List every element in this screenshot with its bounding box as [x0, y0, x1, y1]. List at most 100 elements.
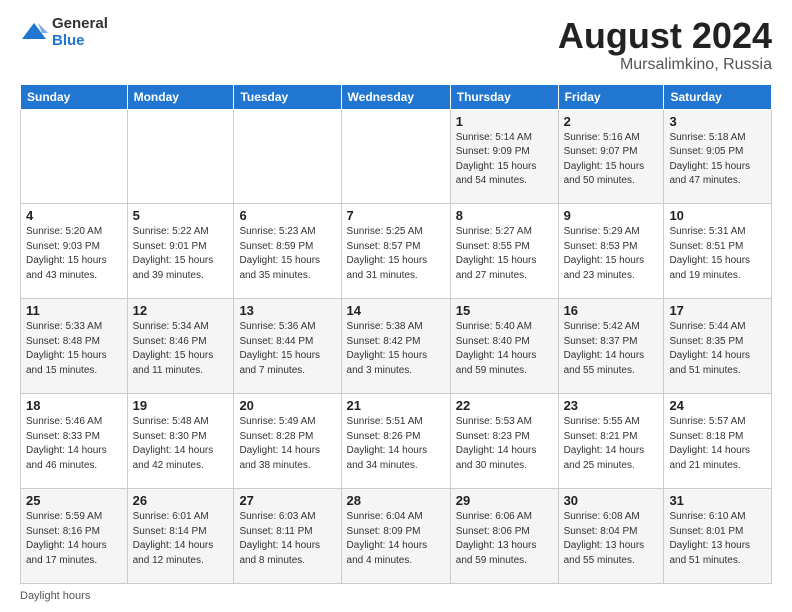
day-info: Sunrise: 5:53 AM Sunset: 8:23 PM Dayligh…: [456, 415, 553, 473]
day-number: 25: [26, 493, 122, 508]
calendar-cell: 12 Sunrise: 5:34 AM Sunset: 8:46 PM Dayli…: [127, 299, 234, 394]
calendar-cell: 14Sunrise: 5:38 AM Sunset: 8:42 PM Dayli…: [341, 299, 450, 394]
calendar-cell: 23 Sunrise: 5:55 AM Sunset: 8:21 PM Dayli…: [558, 394, 664, 489]
calendar-cell: 19 Sunrise: 5:48 AM Sunset: 8:30 PM Dayli…: [127, 394, 234, 489]
day-info: Sunrise: 6:10 AM Sunset: 8:01 PM Dayligh…: [669, 510, 766, 568]
calendar-week-5: 25 Sunrise: 5:59 AM Sunset: 8:16 PM Dayli…: [21, 489, 772, 584]
logo-blue-text: Blue: [52, 33, 108, 50]
day-header-tuesday: Tuesday: [234, 84, 341, 109]
calendar-cell: 30 Sunrise: 6:08 AM Sunset: 8:04 PM Dayli…: [558, 489, 664, 584]
day-number: 1: [456, 114, 553, 129]
day-number: 4: [26, 208, 122, 223]
calendar-cell: 5Sunrise: 5:22 AM Sunset: 9:01 PM Daylig…: [127, 204, 234, 299]
day-info: Sunrise: 6:04 AM Sunset: 8:09 PM Dayligh…: [347, 510, 445, 568]
day-info: Sunrise: 5:42 AM Sunset: 8:37 PM Dayligh…: [564, 320, 659, 378]
day-info: Sunrise: 5:23 AM Sunset: 8:59 PM Dayligh…: [239, 225, 335, 283]
day-number: 10: [669, 208, 766, 223]
day-number: 17: [669, 303, 766, 318]
day-info: Sunrise: 5:49 AM Sunset: 8:28 PM Dayligh…: [239, 415, 335, 473]
day-number: 12: [133, 303, 229, 318]
day-number: 7: [347, 208, 445, 223]
day-header-monday: Monday: [127, 84, 234, 109]
calendar-cell: 3Sunrise: 5:18 AM Sunset: 9:05 PM Daylig…: [664, 109, 772, 204]
calendar-cell: 7 Sunrise: 5:25 AM Sunset: 8:57 PM Daylig…: [341, 204, 450, 299]
day-header-friday: Friday: [558, 84, 664, 109]
day-header-wednesday: Wednesday: [341, 84, 450, 109]
day-info: Sunrise: 6:03 AM Sunset: 8:11 PM Dayligh…: [239, 510, 335, 568]
day-info: Sunrise: 5:34 AM Sunset: 8:46 PM Dayligh…: [133, 320, 229, 378]
calendar-cell: 15 Sunrise: 5:40 AM Sunset: 8:40 PM Dayli…: [450, 299, 558, 394]
calendar-cell: 29 Sunrise: 6:06 AM Sunset: 8:06 PM Dayli…: [450, 489, 558, 584]
day-number: 13: [239, 303, 335, 318]
calendar-cell: 20 Sunrise: 5:49 AM Sunset: 8:28 PM Dayli…: [234, 394, 341, 489]
location: Mursalimkino, Russia: [558, 56, 772, 74]
day-number: 26: [133, 493, 229, 508]
day-info: Sunrise: 5:27 AM Sunset: 8:55 PM Dayligh…: [456, 225, 553, 283]
day-number: 3: [669, 114, 766, 129]
day-number: 6: [239, 208, 335, 223]
day-info: Sunrise: 5:51 AM Sunset: 8:26 PM Dayligh…: [347, 415, 445, 473]
day-number: 15: [456, 303, 553, 318]
calendar-cell: 10 Sunrise: 5:31 AM Sunset: 8:51 PM Dayli…: [664, 204, 772, 299]
calendar-week-3: 11Sunrise: 5:33 AM Sunset: 8:48 PM Dayli…: [21, 299, 772, 394]
calendar-cell: [234, 109, 341, 204]
calendar-cell: 27 Sunrise: 6:03 AM Sunset: 8:11 PM Dayli…: [234, 489, 341, 584]
day-info: Sunrise: 6:06 AM Sunset: 8:06 PM Dayligh…: [456, 510, 553, 568]
logo-general-text: General: [52, 16, 108, 33]
calendar-week-1: 1Sunrise: 5:14 AM Sunset: 9:09 PM Daylig…: [21, 109, 772, 204]
day-info: Sunrise: 5:29 AM Sunset: 8:53 PM Dayligh…: [564, 225, 659, 283]
calendar-cell: 11Sunrise: 5:33 AM Sunset: 8:48 PM Dayli…: [21, 299, 128, 394]
day-info: Sunrise: 5:40 AM Sunset: 8:40 PM Dayligh…: [456, 320, 553, 378]
day-info: Sunrise: 5:25 AM Sunset: 8:57 PM Dayligh…: [347, 225, 445, 283]
calendar-cell: 2Sunrise: 5:16 AM Sunset: 9:07 PM Daylig…: [558, 109, 664, 204]
day-number: 31: [669, 493, 766, 508]
title-block: August 2024 Mursalimkino, Russia: [558, 16, 772, 74]
day-number: 19: [133, 398, 229, 413]
day-number: 28: [347, 493, 445, 508]
day-number: 20: [239, 398, 335, 413]
calendar-cell: 8 Sunrise: 5:27 AM Sunset: 8:55 PM Daylig…: [450, 204, 558, 299]
day-info: Sunrise: 5:55 AM Sunset: 8:21 PM Dayligh…: [564, 415, 659, 473]
calendar-cell: 4 Sunrise: 5:20 AM Sunset: 9:03 PM Daylig…: [21, 204, 128, 299]
day-info: Sunrise: 5:46 AM Sunset: 8:33 PM Dayligh…: [26, 415, 122, 473]
calendar-cell: 24Sunrise: 5:57 AM Sunset: 8:18 PM Dayli…: [664, 394, 772, 489]
page-header: General Blue August 2024 Mursalimkino, R…: [20, 16, 772, 74]
day-number: 22: [456, 398, 553, 413]
day-info: Sunrise: 5:20 AM Sunset: 9:03 PM Dayligh…: [26, 225, 122, 283]
day-info: Sunrise: 5:31 AM Sunset: 8:51 PM Dayligh…: [669, 225, 766, 283]
day-number: 5: [133, 208, 229, 223]
calendar-cell: [21, 109, 128, 204]
calendar-cell: 18 Sunrise: 5:46 AM Sunset: 8:33 PM Dayli…: [21, 394, 128, 489]
footer-text: Daylight hours: [20, 590, 90, 602]
calendar-cell: 6 Sunrise: 5:23 AM Sunset: 8:59 PM Daylig…: [234, 204, 341, 299]
month-title: August 2024: [558, 16, 772, 56]
logo: General Blue: [20, 16, 108, 49]
calendar-cell: 17 Sunrise: 5:44 AM Sunset: 8:35 PM Dayli…: [664, 299, 772, 394]
day-number: 2: [564, 114, 659, 129]
day-info: Sunrise: 6:08 AM Sunset: 8:04 PM Dayligh…: [564, 510, 659, 568]
day-number: 9: [564, 208, 659, 223]
day-number: 30: [564, 493, 659, 508]
day-number: 23: [564, 398, 659, 413]
day-info: Sunrise: 5:44 AM Sunset: 8:35 PM Dayligh…: [669, 320, 766, 378]
day-info: Sunrise: 5:38 AM Sunset: 8:42 PM Dayligh…: [347, 320, 445, 378]
day-number: 21: [347, 398, 445, 413]
calendar-cell: [127, 109, 234, 204]
calendar-cell: 22 Sunrise: 5:53 AM Sunset: 8:23 PM Dayli…: [450, 394, 558, 489]
day-number: 16: [564, 303, 659, 318]
day-number: 27: [239, 493, 335, 508]
calendar-header-row: SundayMondayTuesdayWednesdayThursdayFrid…: [21, 84, 772, 109]
calendar-table: SundayMondayTuesdayWednesdayThursdayFrid…: [20, 84, 772, 584]
day-info: Sunrise: 5:48 AM Sunset: 8:30 PM Dayligh…: [133, 415, 229, 473]
day-number: 24: [669, 398, 766, 413]
day-number: 29: [456, 493, 553, 508]
calendar-cell: 16 Sunrise: 5:42 AM Sunset: 8:37 PM Dayli…: [558, 299, 664, 394]
day-info: Sunrise: 5:59 AM Sunset: 8:16 PM Dayligh…: [26, 510, 122, 568]
calendar-week-2: 4 Sunrise: 5:20 AM Sunset: 9:03 PM Daylig…: [21, 204, 772, 299]
calendar-cell: 25 Sunrise: 5:59 AM Sunset: 8:16 PM Dayli…: [21, 489, 128, 584]
day-number: 8: [456, 208, 553, 223]
calendar-cell: [341, 109, 450, 204]
calendar-cell: 21 Sunrise: 5:51 AM Sunset: 8:26 PM Dayli…: [341, 394, 450, 489]
day-header-sunday: Sunday: [21, 84, 128, 109]
day-number: 18: [26, 398, 122, 413]
